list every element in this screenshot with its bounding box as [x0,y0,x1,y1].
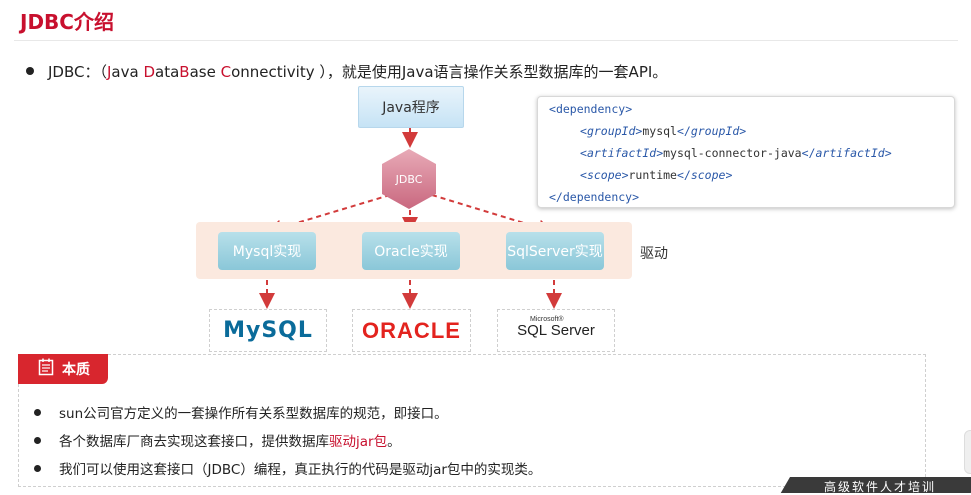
essence-badge: 本质 [18,354,108,384]
microsoft-mark: Microsoft® [530,316,564,323]
document-icon [38,358,54,380]
footer-slogan: 高级软件人才培训 [824,480,937,494]
impl-sqlserver: SqlServer实现 [506,232,604,270]
maven-dependency-snippet: <dependency> <groupId>mysql</groupId> <a… [537,96,955,208]
mysql-logo: MySQL [209,309,327,352]
mysql-logo-text: MySQL [223,318,313,343]
code-line-open: <dependency> [549,102,633,116]
jdbc-node: JDBC [380,148,438,210]
essence-item-1: sun公司官方定义的一套操作所有关系型数据库的规范，即接口。 [34,402,448,422]
code-line-artifactid: <artifactId>mysql-connector-java</artifa… [580,146,892,160]
bullet-icon [34,408,41,416]
code-line-scope: <scope>runtime</scope> [580,168,733,182]
impl-oracle: Oracle实现 [362,232,460,270]
code-line-close: </dependency> [549,190,640,204]
impl-mysql: Mysql实现 [218,232,316,270]
driver-label: 驱动 [640,246,668,262]
sqlserver-logo: Microsoft® SQL Server [497,309,615,352]
code-line-groupid: <groupId>mysql</groupId> [580,124,747,138]
oracle-logo: ORACLE [352,309,471,352]
java-program-box: Java程序 [358,86,464,128]
bullet-icon [34,464,41,472]
side-scroll-handle[interactable] [964,430,971,474]
jdbc-label: JDBC [395,172,423,186]
bullet-icon [34,436,41,444]
essence-item-3: 我们可以使用这套接口（JDBC）编程，真正执行的代码是驱动jar包中的实现类。 [34,458,541,478]
oracle-logo-text: ORACLE [362,317,461,343]
sqlserver-logo-text: SQL Server [517,322,595,339]
essence-item-2: 各个数据库厂商去实现这套接口，提供数据库驱动jar包。 [34,430,401,450]
essence-badge-label: 本质 [62,362,90,378]
